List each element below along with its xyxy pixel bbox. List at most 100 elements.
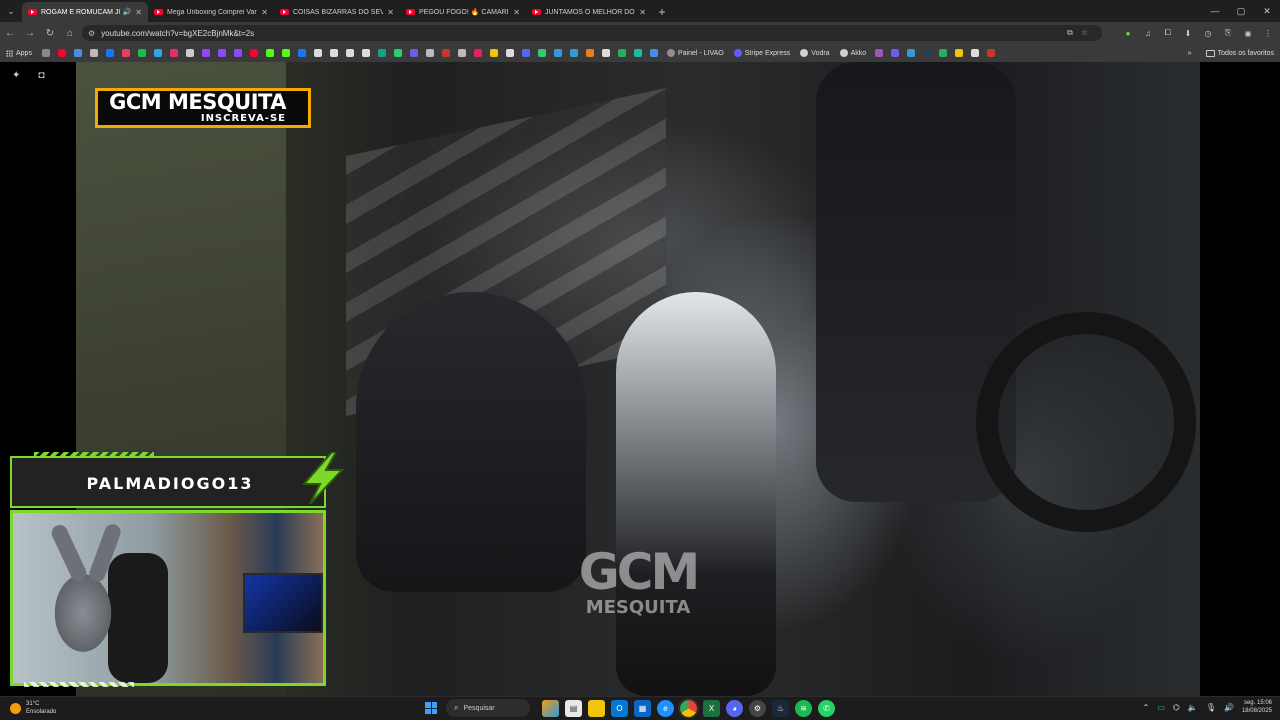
bookmark-favicon[interactable] [89,49,98,57]
chevron-up-icon[interactable]: ⌃ [1143,703,1150,712]
tab-0[interactable]: ROGAM E ROMUCAM JUN 🔊 ✕ [22,2,148,22]
minimize-icon[interactable]: — [1202,0,1228,22]
bookmark-favicon[interactable] [265,49,274,57]
close-tab-icon[interactable]: ✕ [513,8,520,17]
tab-search-button[interactable]: ⌄ [0,0,22,22]
bookmark-favicon[interactable] [297,49,306,57]
menu-icon[interactable]: ⋮ [1262,27,1274,39]
file-explorer-icon[interactable] [588,699,605,717]
back-icon[interactable]: ← [0,23,20,43]
bookmark-favicon[interactable] [137,49,146,57]
bookmark-favicon[interactable] [505,49,514,57]
reload-icon[interactable]: ↻ [40,23,60,43]
tab-1[interactable]: Mega Unboxing Comprei Vario ✕ [148,2,274,22]
maximize-icon[interactable]: ▢ [1228,0,1254,22]
store-icon[interactable]: ▦ [634,699,651,717]
install-icon[interactable]: ⧉ [1067,28,1073,38]
bookmark-favicon[interactable] [121,49,130,57]
discord-icon[interactable]: ◕ [726,699,743,717]
address-bar[interactable]: ⚙ youtube.com/watch?v=bgXE2cBjnMk&t=2s ⧉… [82,25,1102,41]
split-view-icon[interactable]: ⎘ [1222,27,1234,39]
microphone-icon[interactable]: 🎙 [1206,703,1216,712]
new-tab-button[interactable]: + [652,2,672,22]
bookmark-favicon[interactable] [377,49,386,57]
bookmark-favicon[interactable] [955,49,964,57]
history-icon[interactable]: ◷ [1202,27,1214,39]
bookmark-favicon[interactable] [971,49,980,57]
outlook-icon[interactable]: O [611,699,628,717]
bookmark-favicon[interactable] [425,49,434,57]
bookmark-favicon[interactable] [217,49,226,57]
weather-widget[interactable]: 31°C Ensolarado [10,700,56,716]
volume-icon[interactable]: 🔊 [1224,703,1234,712]
taskbar-clock[interactable]: seg. 15:06 18/08/2025 [1242,699,1272,715]
chevron-right-icon[interactable]: » [1188,50,1192,57]
download-icon[interactable]: ⬇ [1182,27,1194,39]
bookmark-favicon[interactable] [441,49,450,57]
bookmark-favicon[interactable] [313,49,322,57]
bookmark-favicon[interactable] [923,49,932,57]
bookmark-favicon[interactable] [153,49,162,57]
bookmark-favicon[interactable] [361,49,370,57]
all-bookmarks[interactable]: » Todos os favoritos [1188,49,1274,57]
bookmark-vodra[interactable]: Vodra [800,49,830,57]
chrome-icon[interactable] [678,697,699,719]
tab-3[interactable]: PEGOU FOGO! 🔥 CAMARIM D ✕ [400,2,526,22]
taskbar-search[interactable]: ⌕ Pesquisar [446,699,530,717]
bookmark-favicon[interactable] [907,49,916,57]
steam-icon[interactable]: ♨ [772,699,789,717]
close-tab-icon[interactable]: ✕ [135,8,142,17]
channel-logo[interactable]: GCM MESQUITA INSCREVA-SE [95,88,311,128]
bookmark-favicon[interactable] [105,49,114,57]
magic-wand-icon[interactable]: ✦ [12,70,20,81]
bookmark-favicon[interactable] [891,49,900,57]
edge-icon[interactable]: e [657,699,674,717]
bookmark-favicon[interactable] [329,49,338,57]
bookmark-apps[interactable]: Apps [6,49,32,57]
tab-4[interactable]: JUNTAMOS O MELHOR DO BO ✕ [526,2,652,22]
close-tab-icon[interactable]: ✕ [387,8,394,17]
bookmark-favicon[interactable] [281,49,290,57]
bookmark-favicon[interactable] [457,49,466,57]
spotify-icon[interactable]: ≋ [795,699,812,717]
bookmark-favicon[interactable] [393,49,402,57]
excel-icon[interactable]: X [703,699,720,717]
bookmark-favicon[interactable] [249,49,258,57]
bookmark-favicon[interactable] [649,49,658,57]
bookmark-favicon[interactable] [585,49,594,57]
extensions-puzzle-icon[interactable]: ⧠ [1162,27,1174,39]
bookmark-favicon[interactable] [875,49,884,57]
bookmark-favicon[interactable] [233,49,242,57]
close-tab-icon[interactable]: ✕ [639,8,646,17]
bookmark-favicon[interactable] [185,49,194,57]
bookmark-favicon[interactable] [553,49,562,57]
bookmark-stripe[interactable]: Stripe Express [733,49,790,57]
bookmark-favicon[interactable] [409,49,418,57]
settings-icon[interactable]: ⚙ [749,699,766,717]
camera-icon[interactable]: ◘ [38,70,44,81]
bookmark-favicon[interactable] [73,49,82,57]
battery-icon[interactable]: ▭ [1157,703,1165,712]
speaker-icon[interactable]: 🔊 [123,8,132,16]
bookmark-favicon[interactable] [473,49,482,57]
network-icon[interactable]: ⌬ [1173,703,1180,712]
bookmark-favicon[interactable] [57,49,66,57]
bookmark-favicon[interactable] [987,49,996,57]
notepad-icon[interactable]: ▤ [565,699,582,717]
bookmark-favicon[interactable] [601,49,610,57]
bookmark-favicon[interactable] [569,49,578,57]
media-control-icon[interactable]: ♫ [1142,27,1154,39]
home-icon[interactable]: ⌂ [60,23,80,43]
bookmark-favicon[interactable] [489,49,498,57]
bookmark-favicon[interactable] [939,49,948,57]
site-info-icon[interactable]: ⚙ [88,29,95,38]
bookmark-favicon[interactable] [521,49,530,57]
speaker-icon[interactable]: 🔈 [1188,703,1198,712]
extension-icon[interactable]: ● [1122,27,1134,39]
forward-icon[interactable]: → [20,23,40,43]
bookmark-favicon[interactable] [169,49,178,57]
whatsapp-icon[interactable]: ✆ [818,699,835,717]
close-tab-icon[interactable]: ✕ [261,8,268,17]
bookmark-favicon[interactable] [537,49,546,57]
bookmark-akko[interactable]: Akko [839,49,866,57]
